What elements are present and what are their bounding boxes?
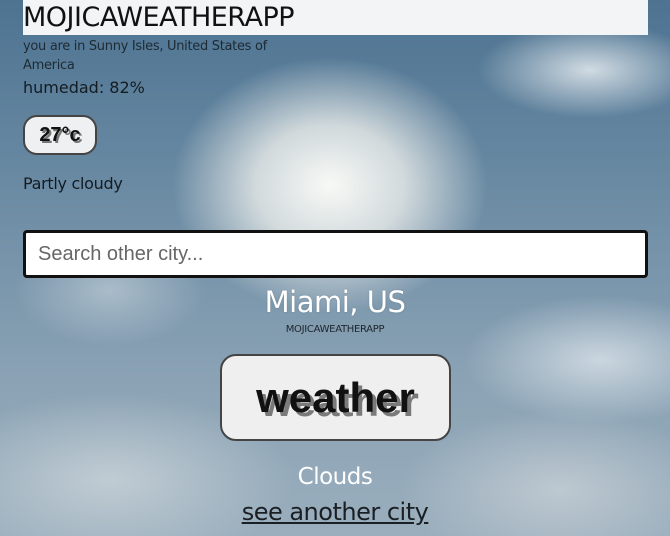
current-condition: Partly cloudy	[23, 174, 123, 193]
location-text: you are in Sunny Isles, United States of…	[23, 39, 267, 73]
humidity-text: humedad: 82%	[23, 78, 145, 97]
app-title: MOJICAWEATHERAPP	[23, 0, 648, 35]
result-condition: Clouds	[297, 464, 373, 490]
result-city-name: Miami, US	[264, 285, 406, 319]
temperature-badge: 27°c	[23, 115, 97, 155]
see-another-city-link[interactable]: see another city	[0, 496, 670, 528]
search-input[interactable]	[23, 230, 648, 278]
result-subtitle: MOJICAWEATHERAPP	[285, 324, 385, 335]
weather-button[interactable]: weather	[220, 354, 451, 441]
